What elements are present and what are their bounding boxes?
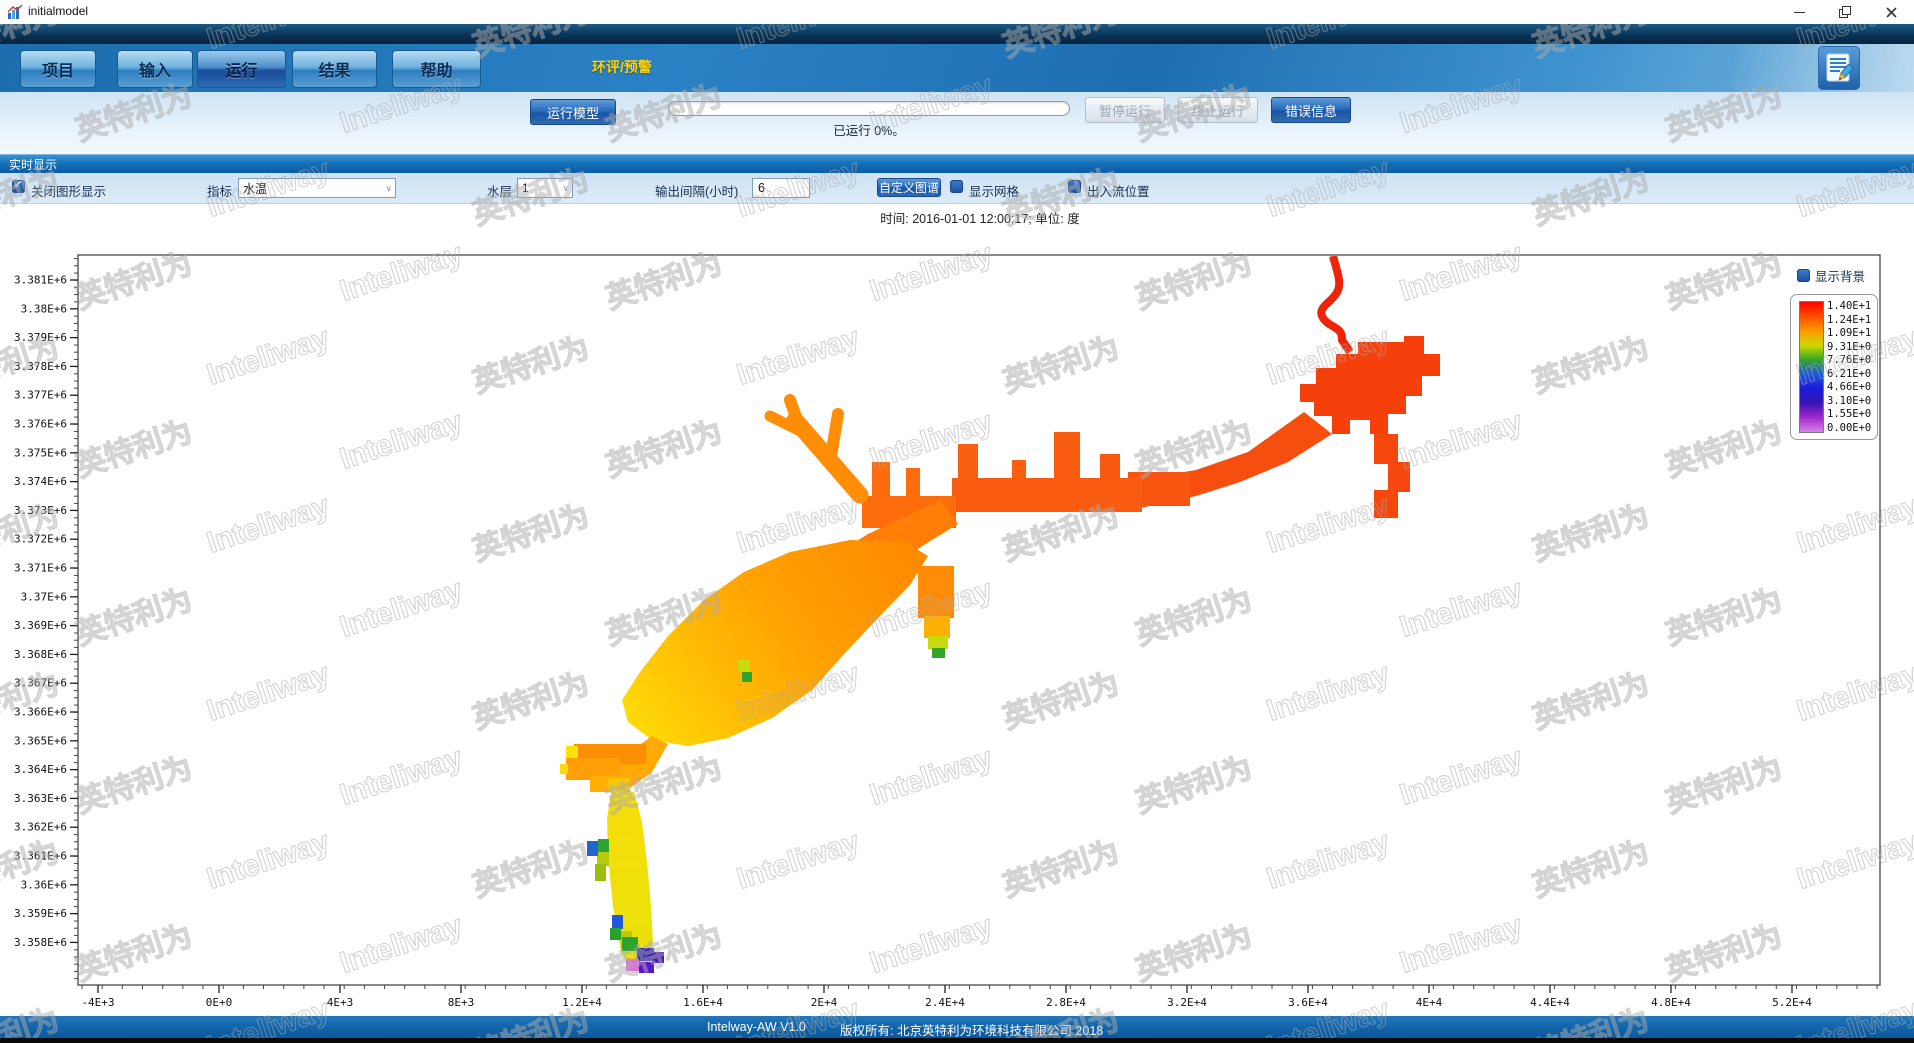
colorbar-values: 1.40E+1 1.24E+1 1.09E+1 9.31E+0 7.76E+0 6.21E… <box>1827 301 1871 433</box>
env-warning-badge: 环评/预警 <box>592 57 652 77</box>
x-tick-label: 4.4E+4 <box>1530 996 1570 1009</box>
bottom-strip <box>0 1038 1914 1043</box>
x-tick-label: 4E+3 <box>327 996 354 1009</box>
colorbar-value: 0.00E+0 <box>1827 423 1871 433</box>
x-tick-label: 2.4E+4 <box>925 996 965 1009</box>
y-tick-label: 3.368E+6 <box>14 648 67 661</box>
colorbar-value: 9.31E+0 <box>1827 342 1871 352</box>
show-background-label: 显示背景 <box>1815 266 1865 285</box>
x-tick-label: 2.8E+4 <box>1046 996 1086 1009</box>
y-tick-label: 3.362E+6 <box>14 821 67 834</box>
x-tick-label: -4E+3 <box>81 996 114 1009</box>
show-background-row: 显示背景 <box>1797 266 1865 285</box>
y-tick-label: 3.359E+6 <box>14 907 67 920</box>
x-tick-label: 4E+4 <box>1416 996 1443 1009</box>
x-tick-label: 4.8E+4 <box>1651 996 1691 1009</box>
x-tick-label: 1.6E+4 <box>683 996 723 1009</box>
show-background-checkbox[interactable] <box>1797 269 1810 282</box>
x-tick-label: 3.2E+4 <box>1167 996 1207 1009</box>
y-tick-label: 3.363E+6 <box>14 792 67 805</box>
y-tick-label: 3.381E+6 <box>14 274 67 287</box>
colorbar-value: 7.76E+0 <box>1827 355 1871 365</box>
colorbar-value: 6.21E+0 <box>1827 369 1871 379</box>
x-tick-label: 8E+3 <box>448 996 475 1009</box>
y-tick-label: 3.36E+6 <box>21 878 67 891</box>
colorbar-value: 4.66E+0 <box>1827 382 1871 392</box>
status-bar: Intelway-AW V1.0 版权所有: 北京英特利为环境科技有限公司 20… <box>0 1016 1914 1038</box>
y-tick-label: 3.377E+6 <box>14 389 67 402</box>
colorbar-value: 1.24E+1 <box>1827 315 1871 325</box>
app-version: Intelway-AW V1.0 <box>707 1020 806 1034</box>
y-tick-label: 3.372E+6 <box>14 533 67 546</box>
y-tick-label: 3.379E+6 <box>14 331 67 344</box>
y-tick-label: 3.367E+6 <box>14 677 67 690</box>
river-heatmap <box>560 256 1440 973</box>
y-tick-label: 3.358E+6 <box>14 936 67 949</box>
document-edit-icon[interactable] <box>1818 46 1860 90</box>
y-tick-label: 3.373E+6 <box>14 504 67 517</box>
x-tick-label: 0E+0 <box>206 996 233 1009</box>
y-tick-label: 3.378E+6 <box>14 360 67 373</box>
application-window: initialmodel 项目输入运行结果帮助 环评/预警 运行模型 <box>0 0 1914 1043</box>
copyright: 版权所有: 北京英特利为环境科技有限公司 2018 <box>840 1020 1103 1039</box>
colorbar-legend: 1.40E+1 1.24E+1 1.09E+1 9.31E+0 7.76E+0 6.21E… <box>1790 294 1878 440</box>
x-tick-label: 2E+4 <box>811 996 838 1009</box>
y-tick-label: 3.376E+6 <box>14 418 67 431</box>
colorbar-value: 1.40E+1 <box>1827 301 1871 311</box>
colorbar-gradient <box>1799 301 1824 433</box>
y-tick-label: 3.365E+6 <box>14 734 67 747</box>
heatmap-canvas[interactable]: 3.381E+6 3.38E+6 3.379E+6 3.378E+6 3.377E+6 3… <box>0 0 1914 1043</box>
y-tick-label: 3.371E+6 <box>14 562 67 575</box>
colorbar-value: 1.09E+1 <box>1827 328 1871 338</box>
y-tick-label: 3.374E+6 <box>14 475 67 488</box>
y-tick-label: 3.38E+6 <box>21 302 67 315</box>
x-tick-label: 5.2E+4 <box>1772 996 1812 1009</box>
y-tick-label: 3.364E+6 <box>14 763 67 776</box>
y-tick-label: 3.37E+6 <box>21 590 67 603</box>
colorbar-value: 3.10E+0 <box>1827 396 1871 406</box>
y-tick-label: 3.361E+6 <box>14 850 67 863</box>
x-tick-label: 1.2E+4 <box>562 996 602 1009</box>
colorbar-value: 1.55E+0 <box>1827 409 1871 419</box>
y-tick-label: 3.375E+6 <box>14 446 67 459</box>
y-tick-label: 3.369E+6 <box>14 619 67 632</box>
x-tick-label: 3.6E+4 <box>1288 996 1328 1009</box>
y-tick-label: 3.366E+6 <box>14 706 67 719</box>
plot-region: 时间: 2016-01-01 12:00:17; 单位: 度 <box>0 204 1914 1016</box>
